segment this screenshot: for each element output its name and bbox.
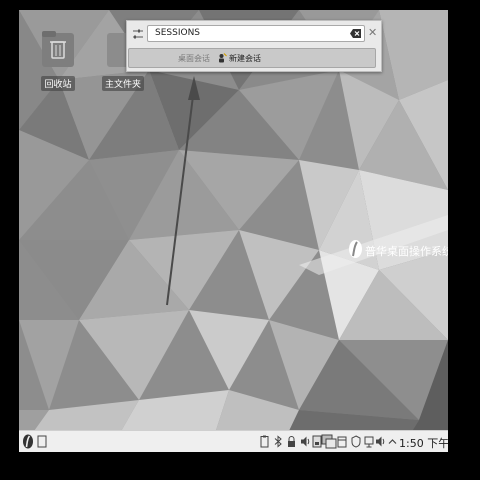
new-session-icon bbox=[219, 53, 227, 63]
close-icon[interactable]: ✕ bbox=[368, 26, 377, 39]
clock[interactable]: 1:50 下午 bbox=[399, 435, 448, 451]
show-desktop-icon[interactable] bbox=[37, 435, 47, 448]
desktop-icon-trash[interactable]: 回收站 bbox=[28, 30, 88, 91]
chevron-up-icon[interactable] bbox=[388, 435, 397, 448]
search-runner: SESSIONS ✕ 桌面会话 新建会话 bbox=[126, 20, 382, 72]
bluetooth-icon[interactable] bbox=[274, 435, 282, 448]
speaker-icon[interactable] bbox=[375, 435, 385, 448]
start-menu-icon[interactable] bbox=[22, 434, 34, 449]
desktop-icon-label: 回收站 bbox=[41, 76, 75, 91]
display-icon[interactable] bbox=[364, 435, 374, 448]
search-result-item[interactable]: 桌面会话 新建会话 bbox=[128, 48, 376, 68]
clipboard-icon[interactable] bbox=[260, 435, 269, 448]
calendar-icon[interactable] bbox=[337, 435, 347, 448]
desktop-icon-label: 主文件夹 bbox=[101, 76, 144, 91]
lock-icon[interactable] bbox=[287, 435, 296, 448]
search-input[interactable]: SESSIONS bbox=[147, 25, 365, 42]
clear-input-icon[interactable] bbox=[350, 29, 361, 38]
configure-icon[interactable] bbox=[131, 27, 145, 41]
trash-icon bbox=[42, 31, 74, 67]
shield-icon[interactable] bbox=[351, 435, 361, 448]
result-category: 桌面会话 bbox=[178, 54, 210, 63]
brand-watermark: 普华桌面操作系统 bbox=[348, 239, 448, 263]
volume-icon[interactable] bbox=[300, 435, 310, 448]
brand-text: 普华桌面操作系统 bbox=[365, 245, 448, 258]
desktop-screen: 回收站 主文件夹 SESSIONS ✕ 桌面会话 新建会话 普华桌面操作系统 1… bbox=[19, 10, 448, 452]
taskbar: 1:50 下午 bbox=[19, 430, 448, 452]
search-query: SESSIONS bbox=[155, 28, 201, 38]
brand-logo-icon bbox=[349, 240, 362, 258]
window-switch-icon[interactable] bbox=[321, 434, 337, 449]
result-label: 新建会话 bbox=[229, 54, 261, 63]
